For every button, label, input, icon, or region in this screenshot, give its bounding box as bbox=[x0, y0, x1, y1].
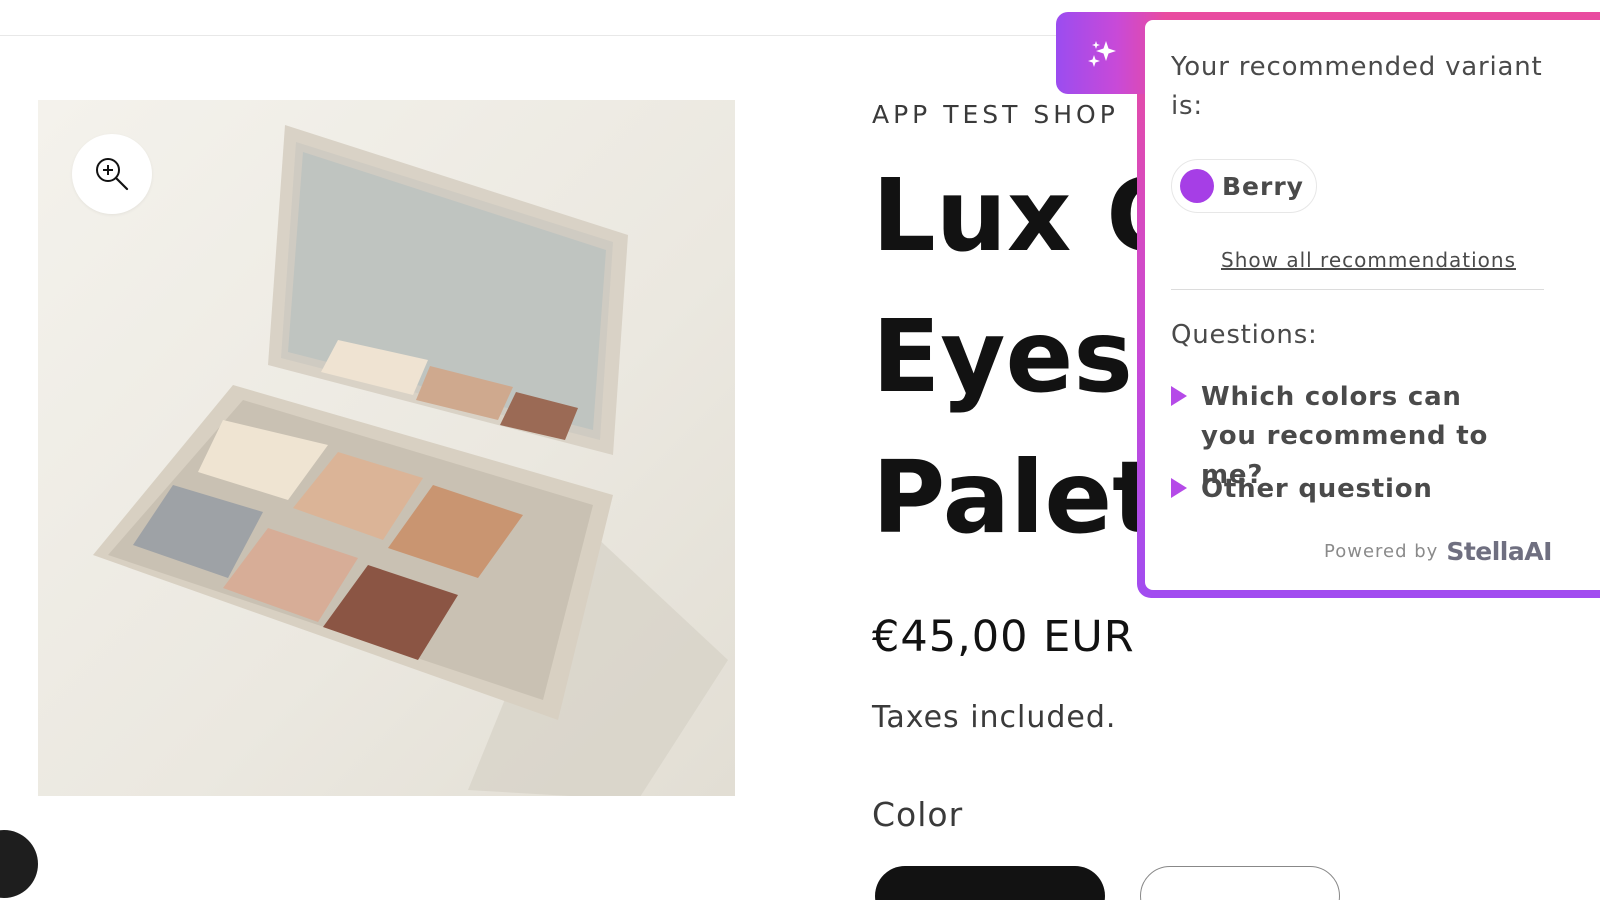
product-price: €45,00 EUR bbox=[872, 612, 1135, 662]
powered-by-label: Powered by bbox=[1324, 541, 1439, 562]
eyeshadow-palette-illustration bbox=[93, 125, 728, 796]
play-arrow-icon bbox=[1171, 386, 1187, 406]
color-option-label: Color bbox=[872, 795, 964, 834]
color-option-selected[interactable] bbox=[875, 866, 1105, 900]
panel-divider bbox=[1171, 289, 1544, 290]
question-item[interactable]: Other question bbox=[1171, 470, 1521, 509]
powered-by: Powered by StellaAI bbox=[1324, 537, 1552, 566]
product-image[interactable] bbox=[38, 100, 735, 796]
play-arrow-icon bbox=[1171, 478, 1187, 498]
variant-color-swatch bbox=[1180, 169, 1214, 203]
sparkle-icon bbox=[1088, 41, 1116, 67]
recommended-variant-chip[interactable]: Berry bbox=[1171, 159, 1317, 213]
question-text: Other question bbox=[1201, 474, 1433, 504]
color-option[interactable] bbox=[1140, 866, 1340, 900]
zoom-button[interactable] bbox=[72, 134, 152, 214]
chat-launcher-button[interactable] bbox=[0, 830, 38, 898]
variant-name: Berry bbox=[1222, 171, 1304, 201]
recommended-variant-heading: Your recommended variant is: bbox=[1171, 52, 1543, 121]
product-vendor: APP TEST SHOP bbox=[872, 100, 1119, 129]
tax-note: Taxes included. bbox=[872, 700, 1117, 735]
show-all-recommendations-link[interactable]: Show all recommendations bbox=[1221, 248, 1516, 272]
zoom-in-icon bbox=[96, 158, 129, 191]
questions-heading: Questions: bbox=[1171, 320, 1318, 350]
brand-logo[interactable]: StellaAI bbox=[1446, 537, 1552, 566]
